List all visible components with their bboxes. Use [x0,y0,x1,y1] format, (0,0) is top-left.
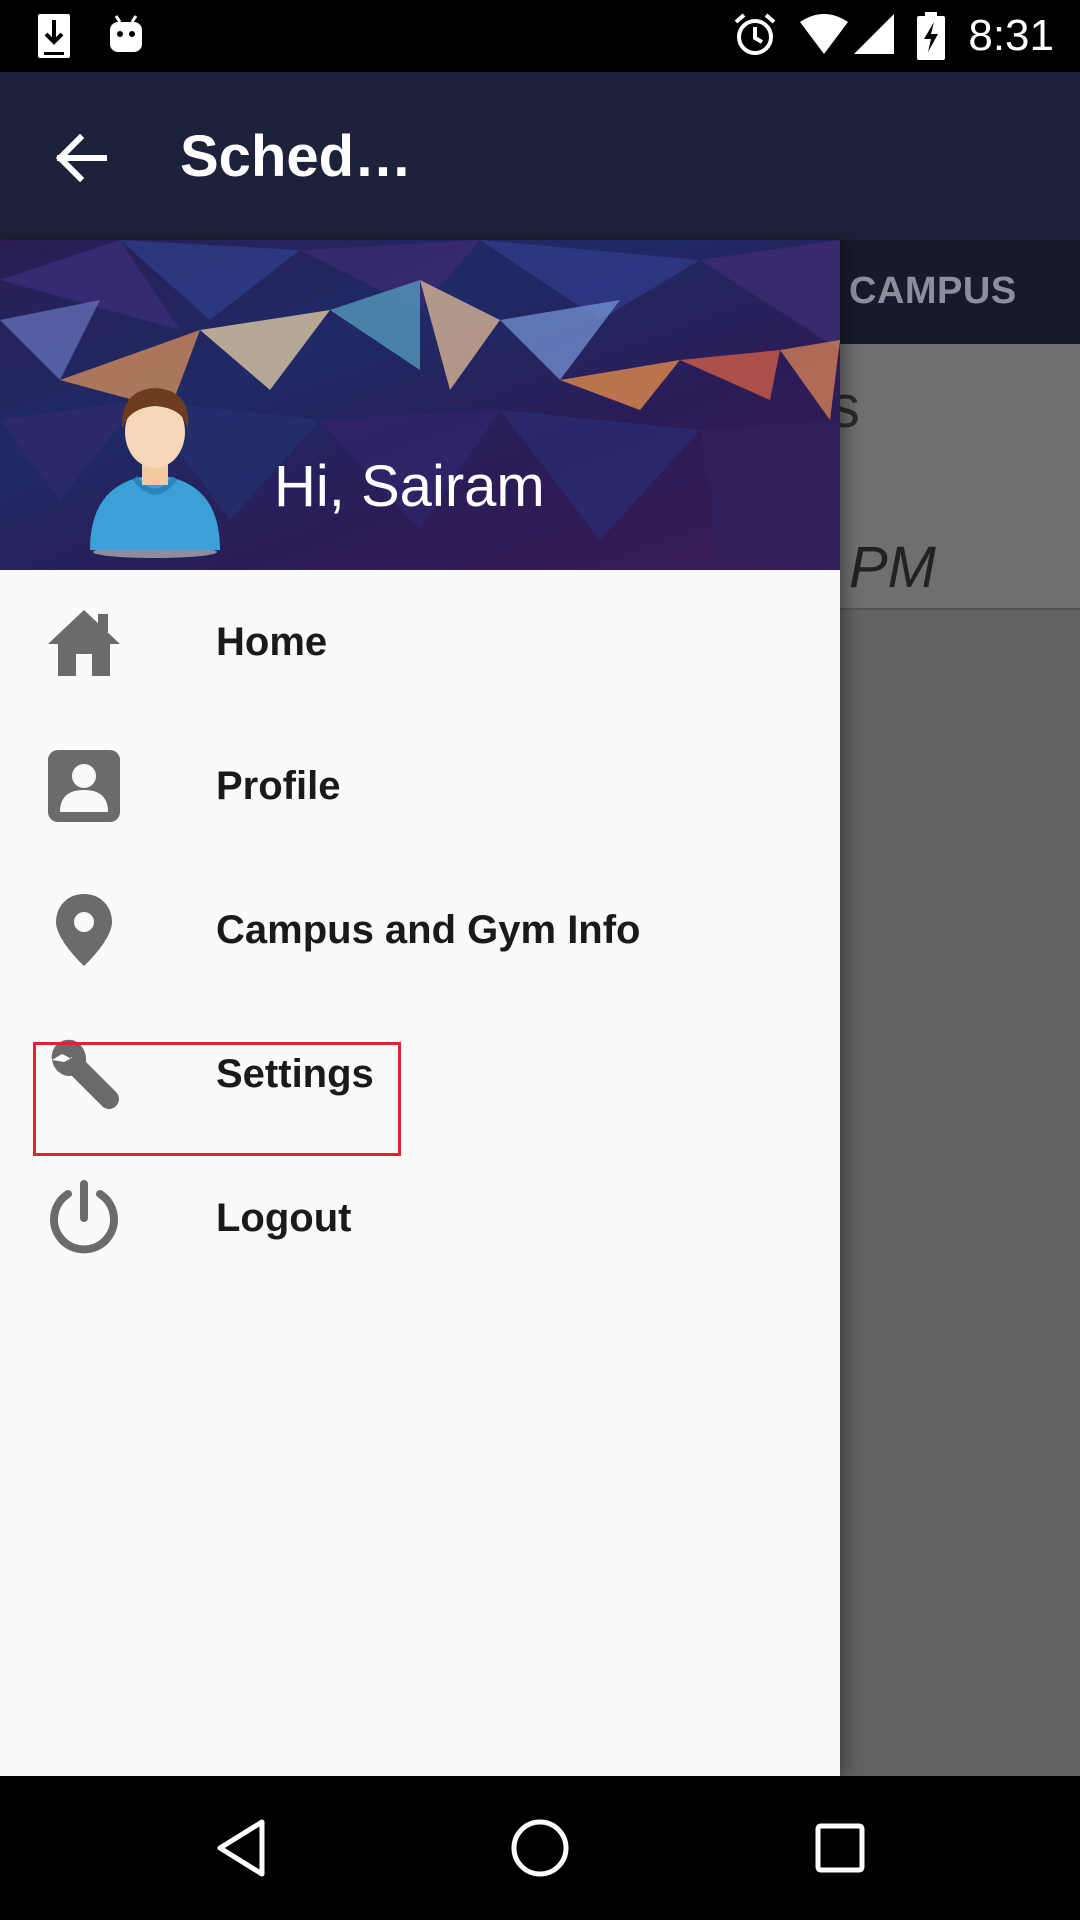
download-icon [36,12,72,65]
battery-charging-icon [916,12,946,65]
location-pin-icon [46,892,122,968]
menu-item-label: Logout [216,1196,352,1240]
alarm-icon [732,12,778,63]
system-nav-bar [0,1776,1080,1920]
home-nav-icon[interactable] [508,1816,572,1880]
menu-item-campus-gym-info[interactable]: Campus and Gym Info [0,858,840,1002]
page-title: Sched… [180,124,413,189]
navigation-drawer: Hi, Sairam Home Profile Campus and Gym I… [0,240,840,1776]
screen: 8:31 Sched… CAMPUS s PM Hi, Sairam Home … [0,0,1080,1920]
recents-nav-icon[interactable] [808,1816,872,1880]
arrow-back-icon[interactable] [48,126,112,190]
menu-item-label: Campus and Gym Info [216,908,641,952]
menu-item-label: Home [216,620,328,664]
signal-icon [852,12,896,61]
background-time-fragment: PM [849,535,936,600]
tab-campus: CAMPUS [849,270,1017,312]
wifi-icon [798,12,850,61]
app-toolbar: Sched… [0,72,1080,240]
drawer-header: Hi, Sairam [0,240,840,570]
menu-item-profile[interactable]: Profile [0,714,840,858]
power-icon [46,1180,122,1256]
menu-item-logout[interactable]: Logout [0,1146,840,1290]
avatar[interactable] [80,360,230,560]
home-icon [46,604,122,680]
android-icon [106,12,146,61]
status-time: 8:31 [968,11,1054,60]
menu-item-label: Profile [216,764,341,808]
back-nav-icon[interactable] [210,1816,274,1880]
status-bar: 8:31 [0,0,1080,72]
profile-icon [46,748,122,824]
user-greeting: Hi, Sairam [274,454,545,519]
settings-highlight-box [33,1042,401,1156]
menu-item-home[interactable]: Home [0,570,840,714]
